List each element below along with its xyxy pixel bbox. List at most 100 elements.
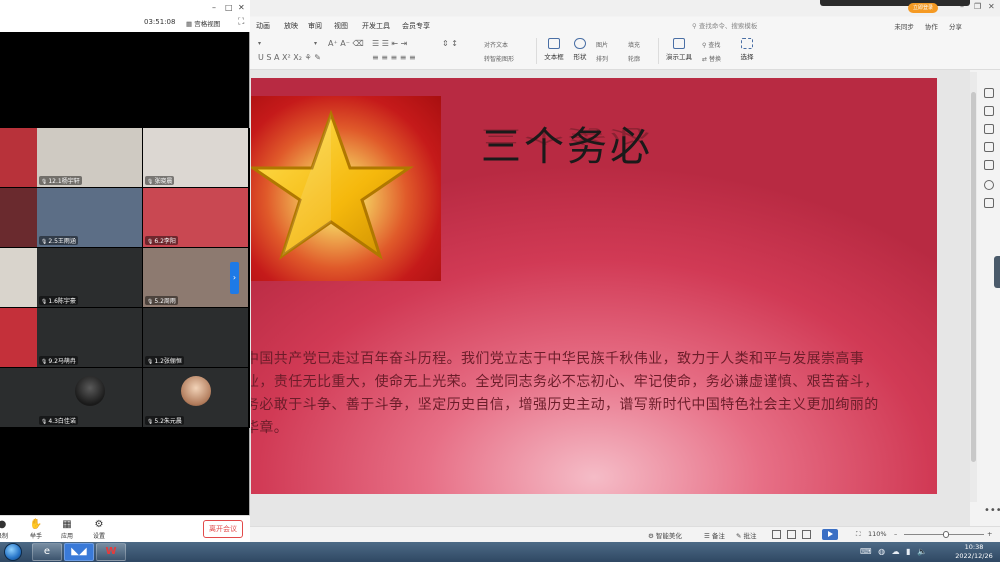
menu-view[interactable]: 视图: [334, 21, 348, 31]
participant-tile[interactable]: 4.3白佳诺: [37, 368, 142, 427]
participant-tile[interactable]: [0, 248, 37, 307]
scrollbar-thumb[interactable]: [971, 92, 976, 462]
smart-beautify-button[interactable]: ⚙ 智能美化: [648, 530, 682, 540]
zoom-level[interactable]: 110%: [868, 530, 887, 538]
participant-tile[interactable]: 1.2张俪恒: [143, 308, 248, 367]
close-icon[interactable]: ✕: [988, 2, 995, 11]
menu-developer[interactable]: 开发工具: [362, 21, 390, 31]
zoom-out-icon[interactable]: –: [894, 530, 897, 538]
menu-member[interactable]: 会员专享: [402, 21, 430, 31]
shape-icon: [574, 38, 586, 49]
raise-hand-button[interactable]: ✋ 举手: [24, 519, 48, 540]
meeting-timer: 03:51:08: [144, 18, 176, 26]
select-button[interactable]: 选择: [736, 38, 758, 61]
sliders-icon[interactable]: [984, 106, 994, 116]
font-name-select[interactable]: ▾: [258, 40, 261, 47]
tray-app-icon[interactable]: ◍: [878, 547, 885, 556]
menu-review[interactable]: 审阅: [308, 21, 322, 31]
taskbar-browser[interactable]: e: [32, 543, 62, 561]
fullscreen-icon[interactable]: ⛶: [238, 17, 244, 27]
restore-icon[interactable]: ❐: [974, 2, 981, 11]
picture-button[interactable]: 图片: [596, 40, 608, 49]
share-button[interactable]: 分享: [949, 23, 962, 31]
next-page-arrow-icon[interactable]: ›: [230, 262, 239, 294]
view-mode-select[interactable]: 宫格视图: [186, 18, 220, 28]
leave-meeting-button[interactable]: 离开会议: [203, 520, 243, 538]
clock-date: 2022/12/26: [955, 552, 993, 560]
sync-button[interactable]: 未同步: [894, 23, 914, 31]
meeting-titlebar: – □ ✕ 03:51:08 宫格视图 ⛶: [0, 0, 250, 32]
textbox-label: 文本框: [544, 53, 564, 61]
zoom-in-icon[interactable]: +: [987, 530, 992, 538]
list-icons[interactable]: ☰ ☰ ⇤ ⇥: [372, 39, 407, 48]
more-icon[interactable]: •••: [984, 505, 1000, 516]
font-format-icons[interactable]: U S A X² X₂ ⚘ ✎: [258, 53, 321, 62]
slide-body-text[interactable]: 中国共产党已走过百年奋斗历程。我们党立志于中华民族千秋伟业，致力于人类和平与发展…: [251, 348, 885, 440]
find-button[interactable]: ⚲ 查找: [702, 40, 720, 49]
export-icon[interactable]: [984, 198, 994, 208]
image-icon[interactable]: [984, 160, 994, 170]
login-button[interactable]: 立即登录: [908, 3, 938, 13]
sorter-view-icon[interactable]: [787, 530, 796, 539]
keyboard-icon[interactable]: ⌨: [860, 547, 872, 556]
apps-button[interactable]: ▦ 应用: [55, 519, 79, 540]
participant-tile[interactable]: 1.6陈宇豪: [37, 248, 142, 307]
ribbon-toolbar: ▾ ▾ A⁺ A⁻ ⌫ U S A X² X₂ ⚘ ✎ ☰ ☰ ⇤ ⇥ ≡ ≡ …: [250, 34, 1000, 70]
volume-icon[interactable]: 🔈: [917, 547, 927, 556]
participant-tile[interactable]: [0, 188, 37, 247]
minimize-icon[interactable]: –: [960, 2, 964, 11]
smart-art-button[interactable]: 转智能图形: [484, 54, 514, 63]
record-button[interactable]: ● 录制: [0, 519, 14, 540]
line-spacing-icon[interactable]: ⇕ ↕: [442, 39, 458, 48]
participant-tile[interactable]: 6.2李阳: [143, 188, 248, 247]
shape-button[interactable]: 形状: [570, 38, 590, 61]
command-search[interactable]: ⚲ 查找命令、搜索模板: [692, 20, 757, 30]
taskbar-meeting-app[interactable]: ◣◢: [64, 543, 94, 561]
play-slideshow-button[interactable]: [822, 529, 838, 540]
star-outline-icon[interactable]: [984, 124, 994, 134]
start-button[interactable]: [4, 543, 22, 561]
copy-icon[interactable]: [984, 142, 994, 152]
annotation-button[interactable]: ✎ 批注: [736, 530, 757, 540]
participant-tile[interactable]: 12.1杨宇轩: [37, 128, 142, 187]
participant-tile[interactable]: 5.2朱元晨: [143, 368, 248, 427]
pin-icon[interactable]: [984, 88, 994, 98]
network-icon[interactable]: ▮: [906, 547, 910, 556]
participant-tile[interactable]: 9.2马萌冉: [37, 308, 142, 367]
participant-tile[interactable]: 2.5王雨涵: [37, 188, 142, 247]
close-icon[interactable]: ✕: [238, 3, 245, 12]
taskbar-wps[interactable]: W: [96, 543, 126, 561]
font-size-select[interactable]: ▾: [314, 40, 317, 47]
location-icon[interactable]: [984, 180, 994, 190]
normal-view-icon[interactable]: [772, 530, 781, 539]
menu-animation[interactable]: 动画: [256, 21, 270, 31]
align-text-button[interactable]: 对齐文本: [484, 40, 508, 49]
slide[interactable]: 三个务必 三个务必 中国共产党已走过百年奋斗历程。我们党立志于中华民族千秋伟业，…: [251, 78, 937, 494]
replace-button[interactable]: ⇄ 替换: [702, 54, 721, 63]
textbox-button[interactable]: 文本框: [542, 38, 566, 61]
floating-meeting-bar[interactable]: [820, 0, 970, 6]
reading-view-icon[interactable]: [802, 530, 811, 539]
settings-button[interactable]: ⚙ 设置: [87, 519, 111, 540]
grow-font-icon[interactable]: A⁺ A⁻ ⌫: [328, 39, 364, 48]
notes-button[interactable]: ☰ 备注: [704, 530, 725, 540]
minimize-icon[interactable]: –: [212, 3, 216, 12]
taskbar-clock[interactable]: 10:38 2022/12/26: [952, 543, 996, 561]
participant-tile[interactable]: 张晓晨: [143, 128, 248, 187]
fit-window-icon[interactable]: ⛶: [856, 530, 861, 539]
arrange-button[interactable]: 排列: [596, 54, 608, 63]
zoom-slider-knob[interactable]: [943, 531, 949, 538]
participant-tile[interactable]: [0, 308, 37, 367]
collaborate-button[interactable]: 协作: [925, 23, 938, 31]
side-panel-handle[interactable]: [994, 256, 1000, 288]
fill-button[interactable]: 填充: [628, 40, 640, 49]
presentation-tools-button[interactable]: 演示工具: [664, 38, 694, 61]
participant-tile[interactable]: [0, 368, 37, 427]
maximize-icon[interactable]: □: [225, 3, 233, 12]
menu-slideshow[interactable]: 放映: [284, 21, 298, 31]
cloud-icon[interactable]: ☁: [892, 547, 900, 556]
vertical-scrollbar[interactable]: [970, 72, 977, 502]
align-icons[interactable]: ≡ ≡ ≡ ≡ ≡: [372, 53, 416, 62]
outline-button[interactable]: 轮廓: [628, 54, 640, 63]
participant-tile[interactable]: [0, 128, 37, 187]
